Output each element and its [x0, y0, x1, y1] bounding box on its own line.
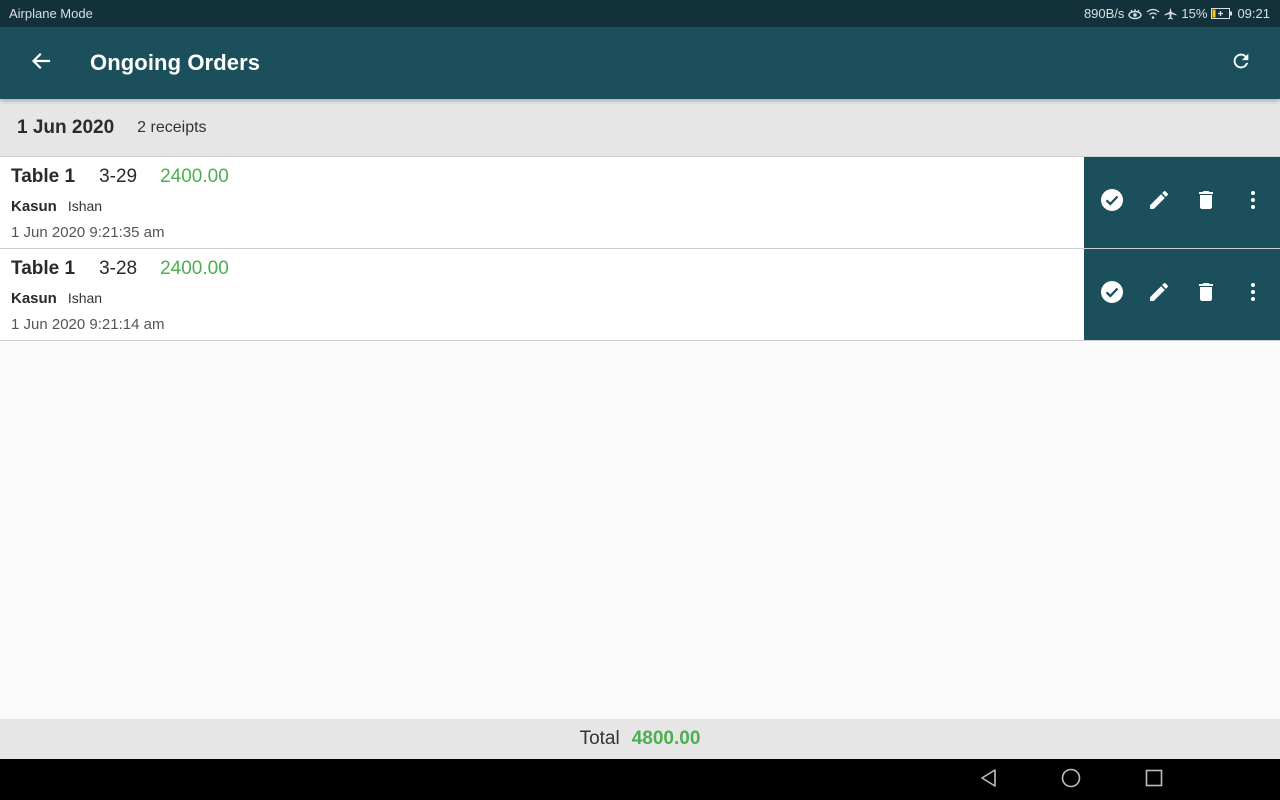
system-nav-bar: [0, 759, 1280, 800]
back-triangle-icon: [978, 767, 1000, 794]
cashier-name: Ishan: [67, 290, 103, 306]
nav-back-button[interactable]: [977, 768, 1001, 792]
nav-home-button[interactable]: [1059, 768, 1083, 792]
receipt-number: 3-28: [99, 258, 138, 279]
recents-square-icon: [1143, 767, 1165, 794]
order-datetime: 1 Jun 2020 9:21:35 am: [11, 224, 165, 241]
page-title: Ongoing Orders: [90, 50, 261, 75]
table-name: Table 1: [11, 166, 76, 187]
nav-recents-button[interactable]: [1142, 768, 1166, 792]
receipt-count: 2 receipts: [137, 118, 207, 136]
refresh-button[interactable]: [1226, 48, 1256, 78]
more-options-button[interactable]: [1236, 278, 1270, 312]
table-name: Table 1: [11, 258, 76, 279]
airplane-mode-label: Airplane Mode: [9, 6, 93, 21]
order-amount: 2400.00: [160, 166, 229, 187]
delete-trash-icon: [1194, 280, 1218, 309]
order-datetime: 1 Jun 2020 9:21:14 am: [11, 316, 165, 333]
back-button[interactable]: [26, 48, 56, 78]
clock: 09:21: [1237, 6, 1270, 21]
complete-order-button[interactable]: [1095, 278, 1129, 312]
arrow-back-icon: [31, 51, 51, 76]
delete-order-button[interactable]: [1189, 186, 1223, 220]
eye-comfort-icon: [1128, 8, 1143, 20]
delete-trash-icon: [1194, 188, 1218, 217]
order-amount: 2400.00: [160, 258, 229, 279]
waiter-name: Kasun: [11, 198, 57, 215]
check-circle-icon: [1100, 188, 1124, 217]
total-label: Total: [579, 728, 620, 749]
order-row[interactable]: Table 1 3-28 2400.00 Kasun Ishan 1 Jun 2…: [0, 249, 1280, 341]
battery-percent: 15%: [1181, 6, 1208, 21]
receipt-number: 3-29: [99, 166, 138, 187]
total-footer: Total 4800.00: [0, 719, 1280, 759]
row-actions: [1084, 249, 1280, 340]
more-options-button[interactable]: [1236, 186, 1270, 220]
app-bar: Ongoing Orders: [0, 27, 1280, 99]
status-bar: Airplane Mode 890B/s 15% 09:21: [0, 0, 1280, 27]
delete-order-button[interactable]: [1189, 278, 1223, 312]
refresh-icon: [1230, 50, 1252, 77]
edit-pencil-icon: [1147, 188, 1171, 217]
orders-list: Table 1 3-29 2400.00 Kasun Ishan 1 Jun 2…: [0, 157, 1280, 341]
wifi-icon: [1146, 8, 1160, 20]
cashier-name: Ishan: [67, 198, 103, 214]
date-group-header: 1 Jun 2020 2 receipts: [0, 99, 1280, 157]
edit-order-button[interactable]: [1142, 186, 1176, 220]
more-vert-icon: [1241, 280, 1265, 309]
edit-pencil-icon: [1147, 280, 1171, 309]
more-vert-icon: [1241, 188, 1265, 217]
order-row[interactable]: Table 1 3-29 2400.00 Kasun Ishan 1 Jun 2…: [0, 157, 1280, 249]
row-actions: [1084, 157, 1280, 248]
battery-charging-icon: [1211, 8, 1233, 19]
waiter-name: Kasun: [11, 290, 57, 307]
airplane-icon: [1164, 7, 1177, 20]
complete-order-button[interactable]: [1095, 186, 1129, 220]
net-speed: 890B/s: [1083, 6, 1125, 21]
check-circle-icon: [1100, 280, 1124, 309]
status-icons: 890B/s 15% 09:21: [1084, 6, 1270, 21]
group-date: 1 Jun 2020: [17, 116, 115, 138]
total-value: 4800.00: [631, 728, 701, 749]
edit-order-button[interactable]: [1142, 278, 1176, 312]
home-circle-icon: [1060, 767, 1082, 794]
